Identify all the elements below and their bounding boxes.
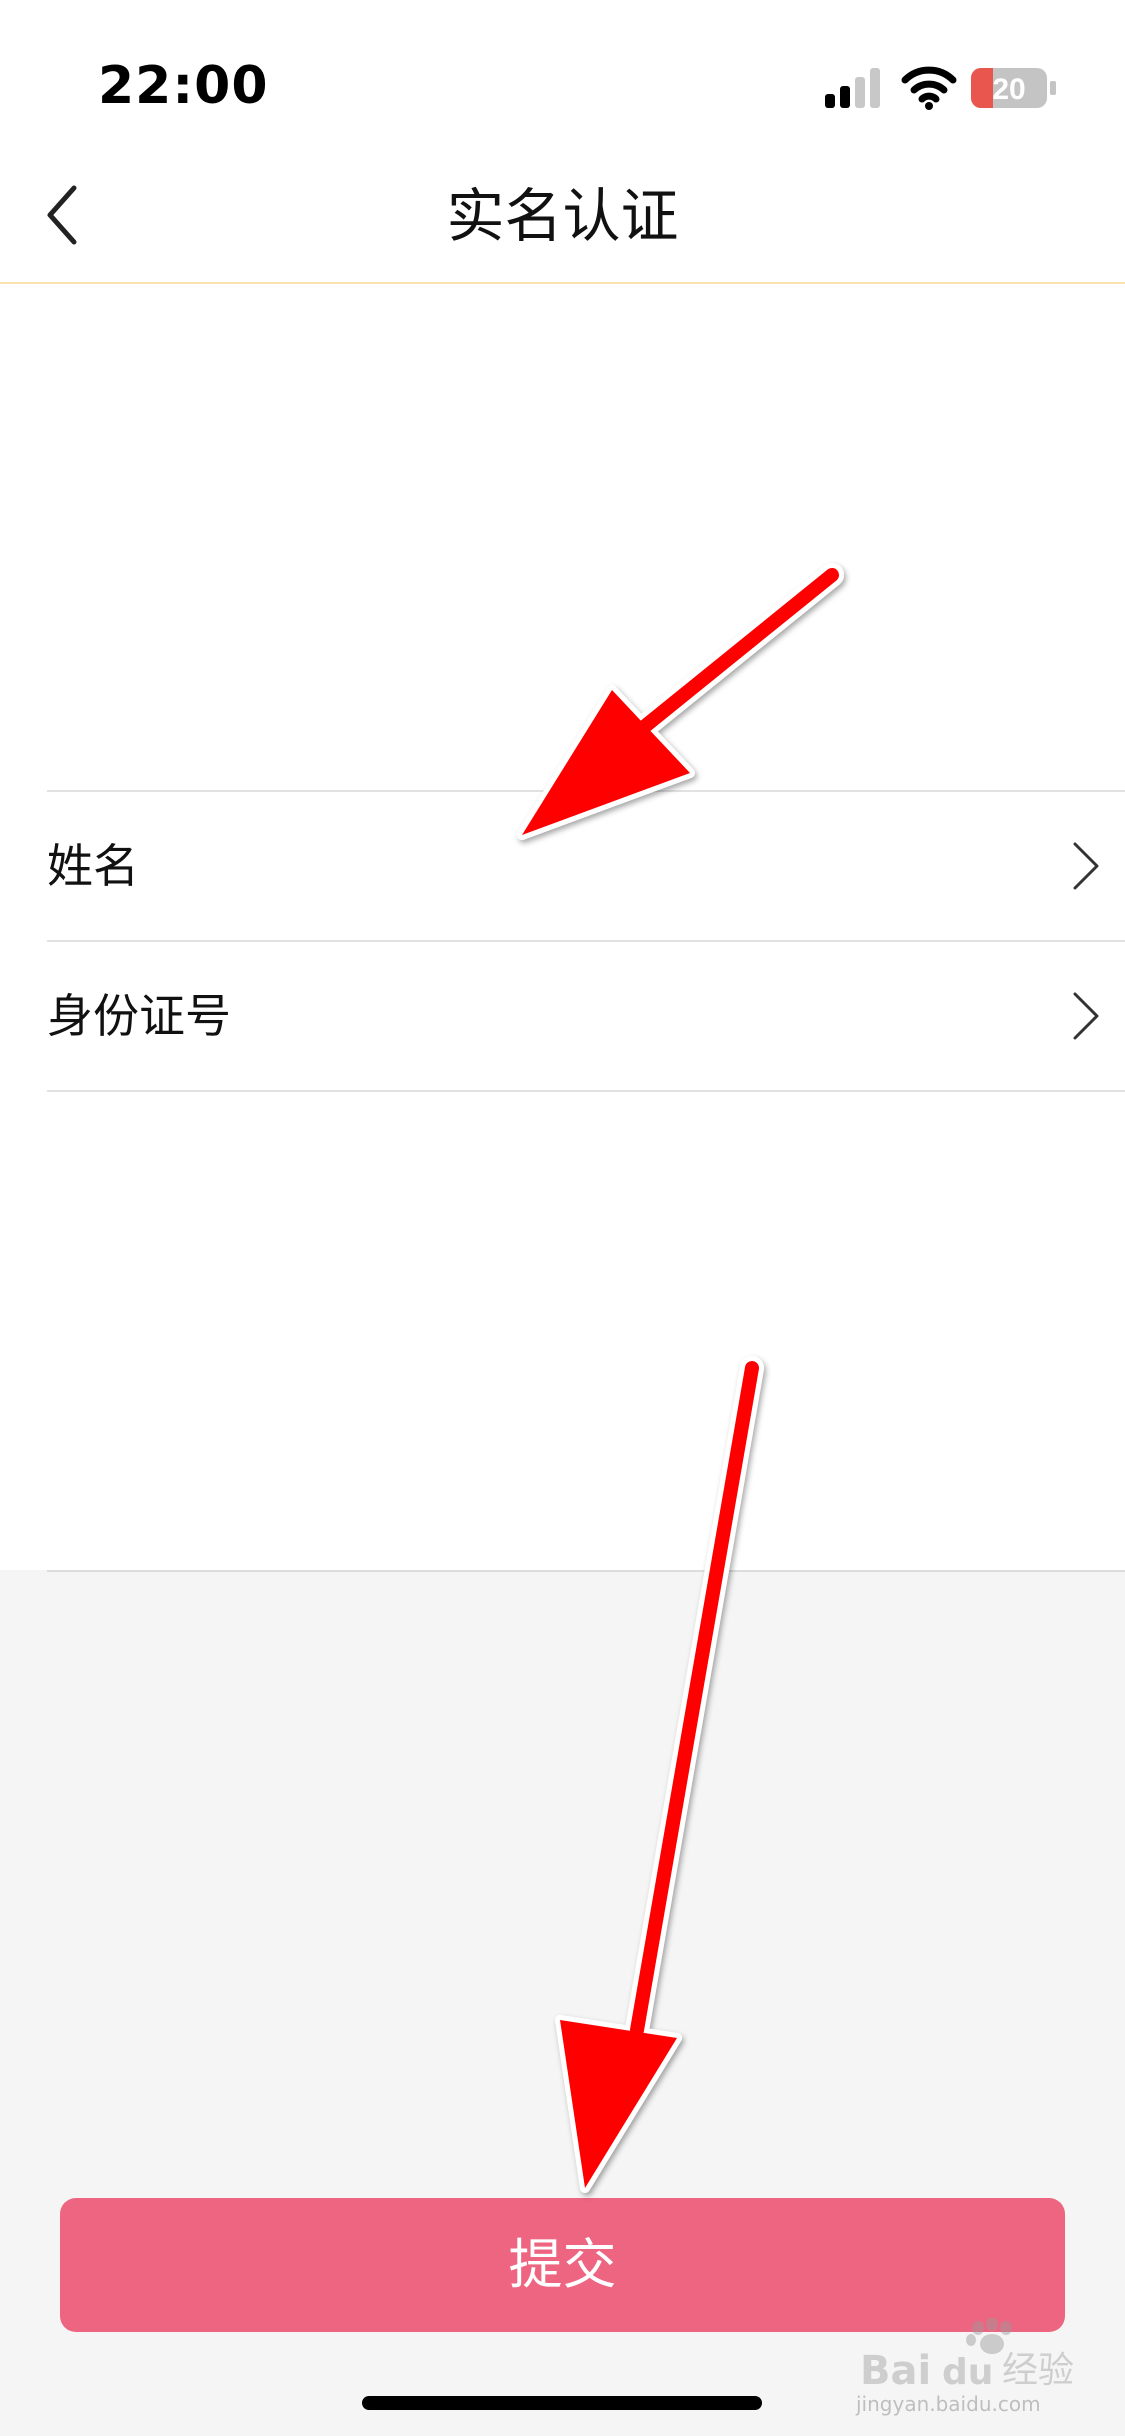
svg-text:Bai: Bai [860, 2348, 931, 2394]
name-row[interactable]: 姓名 [47, 790, 1125, 940]
nav-bar: 实名认证 [0, 150, 1125, 284]
status-time: 22:00 [98, 56, 269, 116]
status-icons: 20 [825, 66, 1056, 110]
divider [47, 1570, 1125, 1572]
page-title: 实名认证 [446, 182, 679, 250]
battery-level: 20 [992, 73, 1025, 106]
watermark-url: jingyan.baidu.com [856, 2392, 1041, 2416]
name-label: 姓名 [47, 839, 139, 893]
svg-text:du: du [942, 2352, 993, 2393]
status-bar: 22:00 20 [0, 0, 1125, 150]
id-number-label: 身份证号 [47, 989, 231, 1043]
baidu-jingyan-watermark: Bai du 经验 [860, 2318, 1074, 2394]
wifi-icon [901, 66, 957, 110]
battery-icon: 20 [971, 68, 1056, 108]
chevron-right-icon [1073, 992, 1099, 1040]
id-number-row[interactable]: 身份证号 [47, 940, 1125, 1092]
chevron-right-icon [1073, 842, 1099, 890]
form-area: 姓名 身份证号 [0, 284, 1125, 1570]
submit-button[interactable]: 提交 [60, 2198, 1065, 2332]
cellular-signal-icon [825, 68, 880, 108]
svg-text:经验: 经验 [1002, 2350, 1074, 2391]
home-indicator [362, 2396, 762, 2410]
